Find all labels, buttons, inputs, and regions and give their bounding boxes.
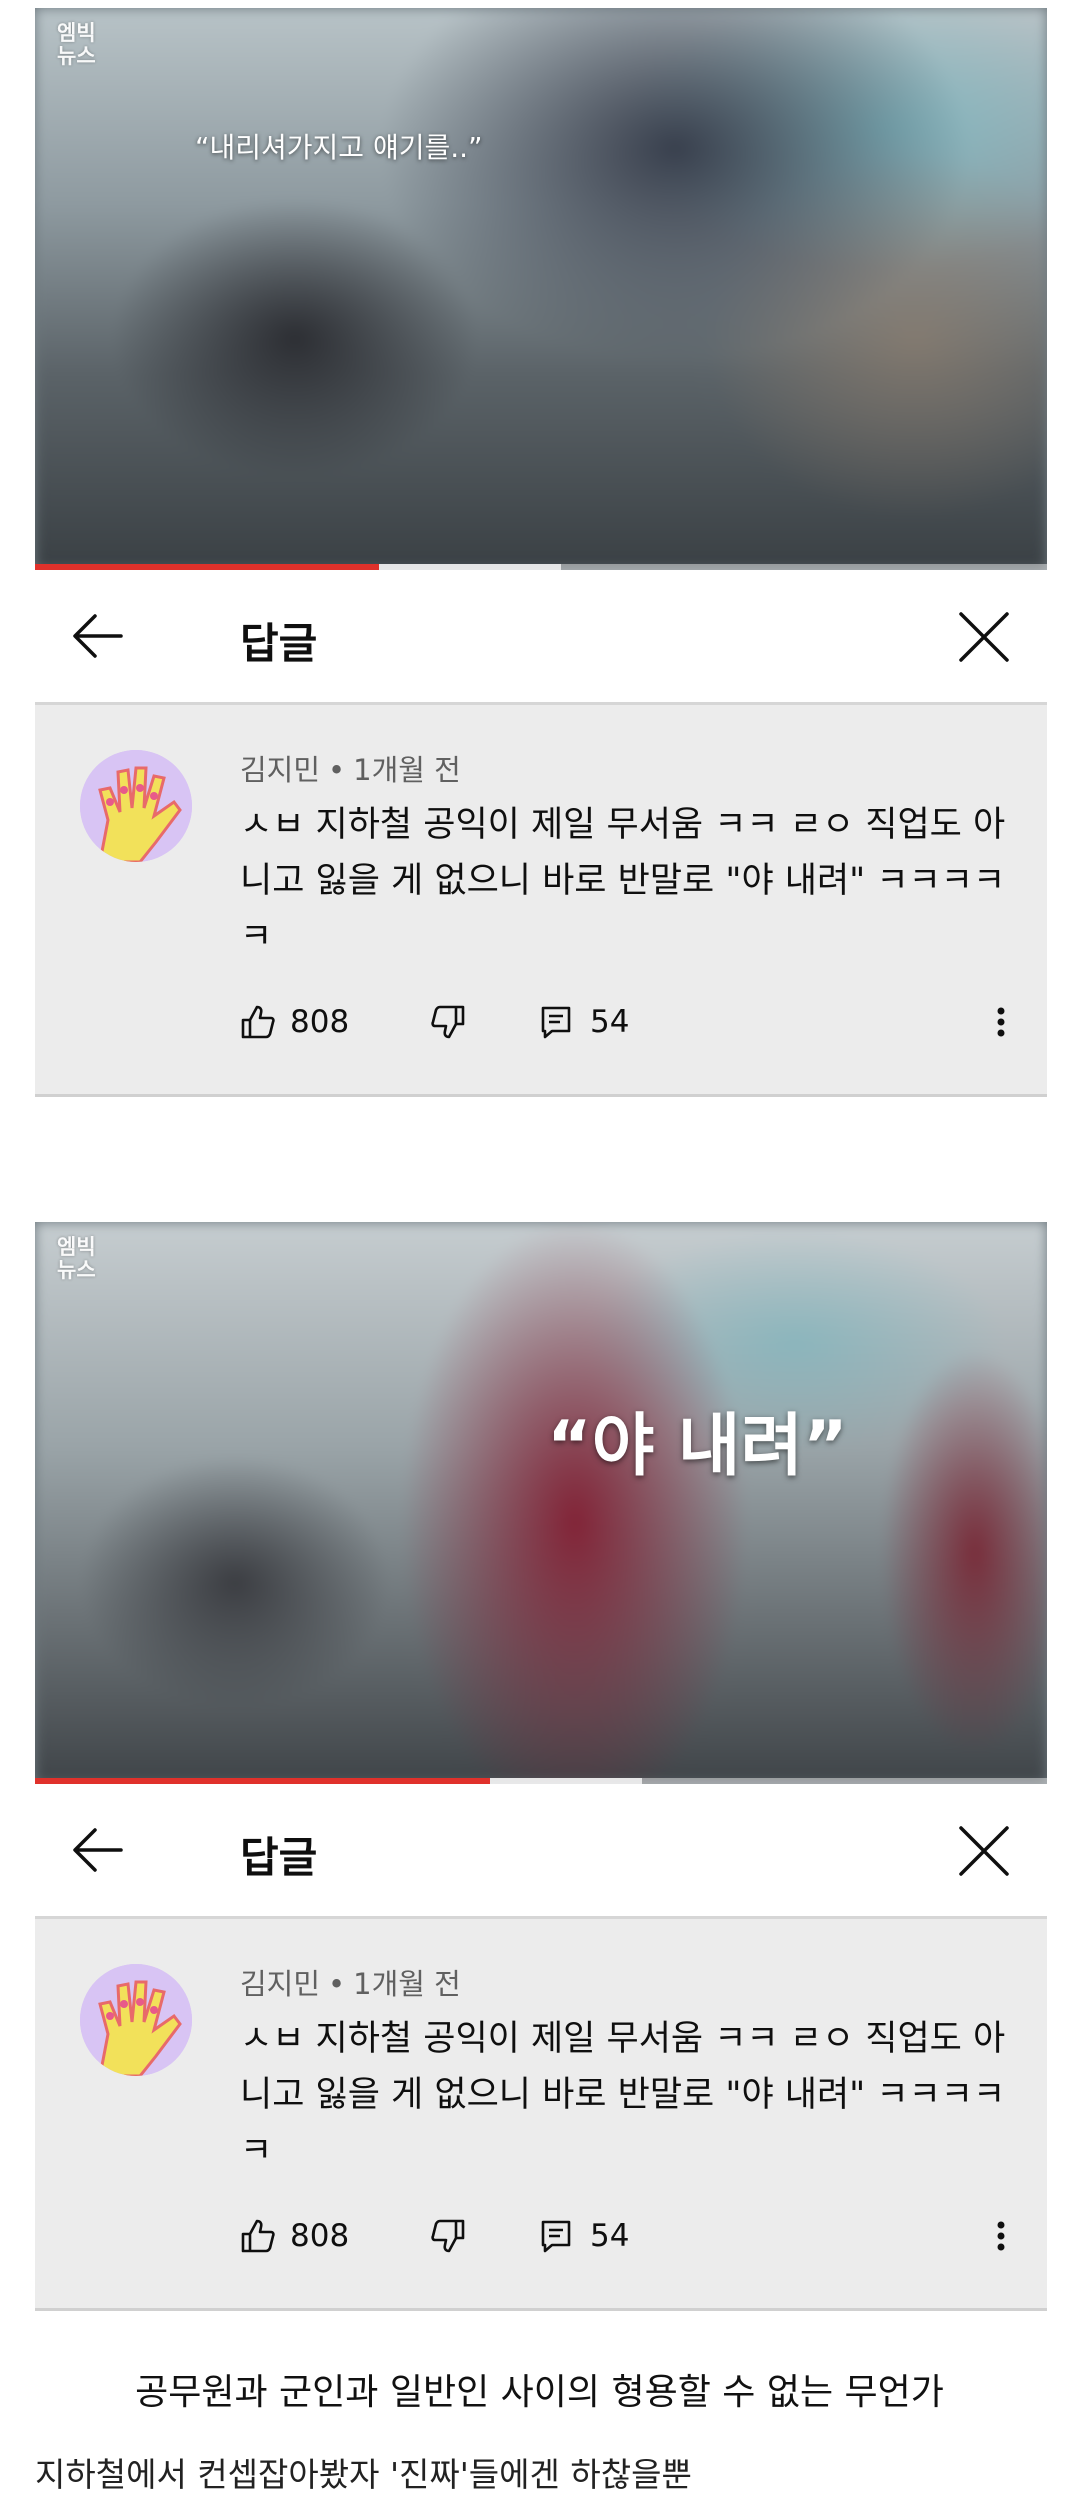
reply-count: 54 bbox=[590, 1004, 630, 1040]
comment-actions: 808 54 bbox=[240, 997, 1030, 1047]
dislike-button[interactable] bbox=[430, 997, 466, 1047]
reply-header: 답글 bbox=[35, 1784, 1047, 1916]
more-vert-icon bbox=[997, 2221, 1005, 2251]
video-caption: “야 내려” bbox=[547, 1407, 848, 1486]
comment-author[interactable]: 김지민 bbox=[240, 753, 320, 787]
close-icon[interactable] bbox=[957, 1824, 1011, 1878]
hand-avatar-image bbox=[80, 1964, 192, 2076]
reply-title: 답글 bbox=[240, 619, 318, 668]
reply-count: 54 bbox=[590, 2218, 630, 2254]
video-frame bbox=[35, 1222, 1047, 1784]
comment-card: 김지민 • 1개월 전 ㅅㅂ 지하철 공익이 제일 무서움 ㅋㅋ ㄹㅇ 직업도 아니… bbox=[35, 1919, 1047, 2311]
meta-separator: • bbox=[328, 1967, 346, 2001]
comment-meta: 김지민 • 1개월 전 bbox=[240, 1961, 461, 2003]
caption-line-1: 공무원과 군인과 일반인 사이의 형용할 수 없는 무언가 bbox=[135, 2372, 944, 2413]
video-player[interactable]: 엠빅 뉴스 “야 내려” bbox=[35, 1222, 1047, 1784]
avatar[interactable] bbox=[80, 1964, 192, 2076]
comment-text: ㅅㅂ 지하철 공익이 제일 무서움 ㅋㅋ ㄹㅇ 직업도 아니고 잃을 게 없으니… bbox=[240, 805, 1006, 957]
back-arrow-icon[interactable] bbox=[71, 1826, 123, 1874]
video-caption: “내리셔가지고 얘기를..” bbox=[195, 131, 483, 164]
avatar[interactable] bbox=[80, 750, 192, 862]
comment-time: 1개월 전 bbox=[353, 753, 461, 787]
comment-time: 1개월 전 bbox=[353, 1967, 461, 2001]
reply-header: 답글 bbox=[35, 570, 1047, 702]
screenshot-2: 엠빅 뉴스 “야 내려” 답글 김지민 • 1개월 전 ㅅㅂ 지하철 공익이 제… bbox=[35, 1222, 1047, 2311]
like-count: 808 bbox=[290, 1004, 350, 1040]
more-options-button[interactable] bbox=[995, 997, 1007, 1047]
comment-author[interactable]: 김지민 bbox=[240, 1967, 320, 2001]
like-button[interactable]: 808 bbox=[240, 997, 349, 1047]
thumbs-down-icon bbox=[431, 1005, 465, 1039]
thumbs-up-icon bbox=[241, 2219, 275, 2253]
comment-meta: 김지민 • 1개월 전 bbox=[240, 747, 461, 789]
back-arrow-icon[interactable] bbox=[71, 612, 123, 660]
reply-button[interactable]: 54 bbox=[540, 2211, 629, 2261]
more-vert-icon bbox=[997, 1007, 1005, 1037]
video-frame bbox=[35, 8, 1047, 570]
close-icon[interactable] bbox=[957, 610, 1011, 664]
reply-icon bbox=[541, 1006, 571, 1039]
like-count: 808 bbox=[290, 2218, 350, 2254]
channel-logo: 엠빅 뉴스 bbox=[57, 21, 96, 68]
hand-avatar-image bbox=[80, 750, 192, 862]
thumbs-down-icon bbox=[431, 2219, 465, 2253]
video-player[interactable]: 엠빅 뉴스 “내리셔가지고 얘기를..” bbox=[35, 8, 1047, 570]
dislike-button[interactable] bbox=[430, 2211, 466, 2261]
like-button[interactable]: 808 bbox=[240, 2211, 349, 2261]
caption-line-2: 지하철에서 컨셉잡아봤자 '진짜'들에겐 하찮을뿐 bbox=[35, 2455, 692, 2494]
comment-actions: 808 54 bbox=[240, 2211, 1030, 2261]
comment-text: ㅅㅂ 지하철 공익이 제일 무서움 ㅋㅋ ㄹㅇ 직업도 아니고 잃을 게 없으니… bbox=[240, 2019, 1006, 2171]
page: 엠빅 뉴스 “내리셔가지고 얘기를..” 답글 김지민 • 1개월 전 ㅅㅂ 지… bbox=[0, 0, 1079, 2513]
reply-icon bbox=[541, 2220, 571, 2253]
more-options-button[interactable] bbox=[995, 2211, 1007, 2261]
reply-button[interactable]: 54 bbox=[540, 997, 629, 1047]
screenshot-1: 엠빅 뉴스 “내리셔가지고 얘기를..” 답글 김지민 • 1개월 전 ㅅㅂ 지… bbox=[35, 8, 1047, 1097]
comment-card: 김지민 • 1개월 전 ㅅㅂ 지하철 공익이 제일 무서움 ㅋㅋ ㄹㅇ 직업도 아니… bbox=[35, 705, 1047, 1097]
thumbs-up-icon bbox=[241, 1005, 275, 1039]
meta-separator: • bbox=[328, 753, 346, 787]
reply-title: 답글 bbox=[240, 1833, 318, 1882]
channel-logo: 엠빅 뉴스 bbox=[57, 1235, 96, 1282]
